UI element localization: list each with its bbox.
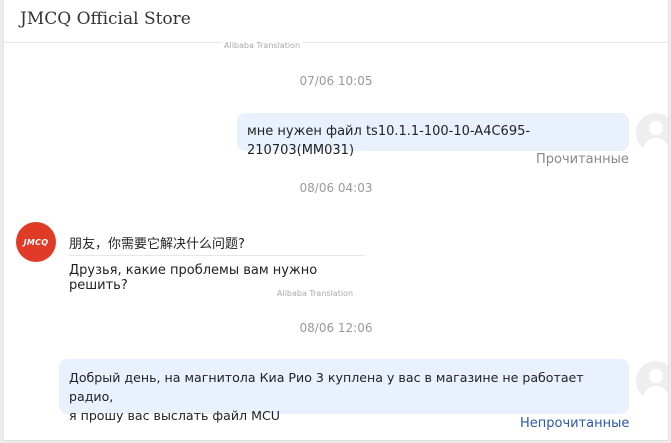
translation-label: Alibaba Translation <box>222 41 303 50</box>
message-text: мне нужен файл ts10.1.1-100-10-A4C695-21… <box>247 124 531 158</box>
chat-header: JMCQ Official Store <box>4 0 668 43</box>
store-avatar[interactable]: JMCQ <box>16 222 56 262</box>
translation-label: Alibaba Translation <box>277 289 354 298</box>
store-avatar-logo: JMCQ <box>23 237 49 247</box>
outgoing-message[interactable]: Добрый день, на магнитола Киа Рио 3 купл… <box>59 359 629 423</box>
translation-divider <box>69 255 365 256</box>
store-title[interactable]: JMCQ Official Store <box>20 9 191 29</box>
message-text-line: Добрый день, на магнитола Киа Рио 3 купл… <box>69 370 584 404</box>
chat-panel: JMCQ Official Store Alibaba Translation … <box>3 0 669 441</box>
original-message-text: 朋友，你需要它解决什么问题? <box>69 237 245 252</box>
unread-status: Непрочитанные <box>520 416 630 431</box>
read-status: Прочитанные <box>536 152 629 167</box>
incoming-message[interactable]: 朋友，你需要它解决什么问题? Друзья, какие проблемы ва… <box>66 225 370 302</box>
message-timestamp: 08/06 12:06 <box>299 321 373 335</box>
user-avatar <box>636 113 668 153</box>
outgoing-message[interactable]: мне нужен файл ts10.1.1-100-10-A4C695-21… <box>237 113 629 158</box>
user-avatar <box>636 361 668 401</box>
message-timestamp: 07/06 10:05 <box>299 74 373 88</box>
message-timestamp: 08/06 04:03 <box>299 181 373 195</box>
